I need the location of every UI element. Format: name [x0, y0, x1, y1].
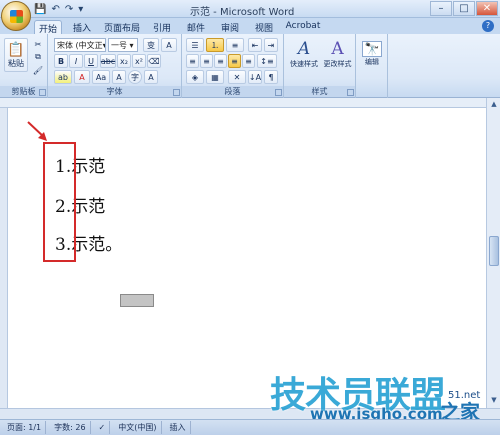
italic-button[interactable]: I — [69, 54, 83, 68]
scroll-thumb[interactable] — [489, 236, 499, 266]
paragraph-group: ☰ ⒈ ≡ ⇤ ⇥ ≡ ≡ ≡ ≡ ≡ ↕≡ ◈ ▦ ✕ ↓A ¶ 段落 — [182, 34, 284, 98]
tab-references[interactable]: 引用 — [148, 20, 176, 34]
decrease-indent-button[interactable]: ⇤ — [248, 38, 262, 52]
spellcheck-icon[interactable]: ✓ — [95, 421, 111, 434]
font-launcher-icon[interactable] — [173, 89, 180, 96]
quick-styles-button[interactable]: A 快速样式 — [288, 36, 320, 72]
editing-button[interactable]: 🔭 编辑 — [358, 36, 386, 72]
clipboard-icon: 📋 — [7, 41, 25, 58]
title-bar: 💾 ↶ ↷ ▾ 示范 - Microsoft Word – □ ✕ — [0, 0, 500, 18]
clear-format-icon[interactable]: ⌫ — [147, 54, 161, 68]
bold-button[interactable]: B — [54, 54, 68, 68]
cut-icon[interactable]: ✂ — [32, 38, 44, 50]
numbering-button[interactable]: ⒈ — [206, 38, 224, 52]
quick-styles-icon: A — [297, 39, 311, 59]
tab-insert[interactable]: 插入 — [68, 20, 96, 34]
window-title: 示范 - Microsoft Word — [190, 7, 295, 18]
tab-home[interactable]: 开始 — [34, 20, 62, 35]
font-group: 宋体 (中文正▾ 一号 ▾ 变 A B I U abc x₂ x² ⌫ ab A… — [48, 34, 182, 98]
font-name-combo[interactable]: 宋体 (中文正▾ — [54, 38, 106, 52]
sort-button[interactable]: ↓A — [248, 70, 262, 84]
tab-acrobat[interactable]: Acrobat — [284, 20, 322, 34]
format-painter-icon[interactable]: 🖌 — [32, 64, 44, 76]
redo-icon[interactable]: ↷ — [65, 4, 73, 15]
styles-group-label: 样式 — [284, 86, 355, 97]
char-shading-button[interactable]: A — [112, 70, 126, 84]
clipboard-group: 📋 粘贴 ✂ ⧉ 🖌 剪贴板 — [0, 34, 48, 98]
strikethrough-button[interactable]: abc — [100, 54, 116, 68]
borders-button[interactable]: ▦ — [206, 70, 224, 84]
ribbon-tabs: 开始 插入 页面布局 引用 邮件 审阅 视图 Acrobat ? — [0, 18, 500, 35]
undo-icon[interactable]: ↶ — [51, 4, 59, 15]
scroll-down-icon[interactable]: ▼ — [489, 396, 499, 406]
chinese-layout-button[interactable]: ✕ — [228, 70, 246, 84]
char-border-button[interactable]: A — [144, 70, 158, 84]
change-styles-icon: A — [331, 39, 344, 59]
close-button[interactable]: ✕ — [476, 1, 498, 16]
status-words[interactable]: 字数: 26 — [50, 421, 91, 434]
phonetic-guide-button[interactable]: 变 — [143, 38, 159, 52]
vertical-scrollbar[interactable]: ▲ ▼ — [486, 98, 500, 410]
help-icon[interactable]: ? — [482, 20, 494, 32]
save-icon[interactable]: 💾 — [34, 4, 46, 15]
office-button[interactable] — [1, 1, 31, 31]
scroll-up-icon[interactable]: ▲ — [489, 100, 499, 110]
maximize-button[interactable]: □ — [453, 1, 475, 16]
tab-page-layout[interactable]: 页面布局 — [102, 20, 142, 34]
horizontal-ruler[interactable] — [0, 98, 500, 108]
vertical-ruler[interactable] — [0, 108, 8, 408]
justify-button[interactable]: ≡ — [228, 54, 241, 68]
increase-indent-button[interactable]: ⇥ — [264, 38, 278, 52]
align-center-button[interactable]: ≡ — [200, 54, 213, 68]
status-bar: 页面: 1/1 字数: 26 ✓ 中文(中国) 插入 — [0, 419, 500, 435]
status-insert-mode[interactable]: 插入 — [166, 421, 191, 434]
grow-font-button[interactable]: A — [161, 38, 177, 52]
align-right-button[interactable]: ≡ — [214, 54, 227, 68]
floating-object[interactable] — [120, 294, 154, 307]
bullets-button[interactable]: ☰ — [186, 38, 204, 52]
clipboard-launcher-icon[interactable] — [39, 89, 46, 96]
window-controls: – □ ✕ — [430, 1, 498, 16]
ribbon: 📋 粘贴 ✂ ⧉ 🖌 剪贴板 宋体 (中文正▾ 一号 ▾ 变 A B I U a… — [0, 34, 500, 98]
underline-button[interactable]: U — [84, 54, 98, 68]
superscript-button[interactable]: x² — [132, 54, 146, 68]
paragraph-group-label: 段落 — [182, 86, 283, 97]
line-spacing-button[interactable]: ↕≡ — [257, 54, 277, 68]
watermark-side: 51.net — [448, 390, 481, 401]
status-language[interactable]: 中文(中国) — [114, 421, 162, 434]
change-styles-button[interactable]: A 更改样式 — [321, 36, 354, 72]
paste-button[interactable]: 📋 粘贴 — [4, 38, 28, 72]
binoculars-icon: 🔭 — [361, 41, 383, 57]
highlight-box — [43, 142, 76, 262]
quick-access-toolbar: 💾 ↶ ↷ ▾ — [34, 3, 83, 15]
show-marks-button[interactable]: ¶ — [264, 70, 278, 84]
styles-launcher-icon[interactable] — [347, 89, 354, 96]
tab-mailings[interactable]: 邮件 — [182, 20, 210, 34]
font-size-combo[interactable]: 一号 ▾ — [108, 38, 138, 52]
paragraph-launcher-icon[interactable] — [275, 89, 282, 96]
font-color-button[interactable]: A — [74, 70, 90, 84]
tab-review[interactable]: 审阅 — [216, 20, 244, 34]
multilevel-list-button[interactable]: ≡ — [226, 38, 244, 52]
shading-button[interactable]: ◈ — [186, 70, 204, 84]
enclose-char-button[interactable]: 字 — [128, 70, 142, 84]
status-page[interactable]: 页面: 1/1 — [3, 421, 47, 434]
styles-group: A 快速样式 A 更改样式 样式 — [284, 34, 356, 98]
font-group-label: 字体 — [48, 86, 181, 97]
distribute-button[interactable]: ≡ — [242, 54, 255, 68]
copy-icon[interactable]: ⧉ — [32, 51, 44, 63]
subscript-button[interactable]: x₂ — [117, 54, 131, 68]
highlight-button[interactable]: ab — [54, 70, 72, 84]
qat-more-icon[interactable]: ▾ — [78, 4, 83, 15]
minimize-button[interactable]: – — [430, 1, 452, 16]
editing-group: 🔭 编辑 — [356, 34, 388, 98]
pointer-arrow-icon — [27, 121, 47, 141]
change-case-button[interactable]: Aa — [92, 70, 110, 84]
align-left-button[interactable]: ≡ — [186, 54, 199, 68]
office-logo-icon — [10, 10, 23, 23]
tab-view[interactable]: 视图 — [250, 20, 278, 34]
